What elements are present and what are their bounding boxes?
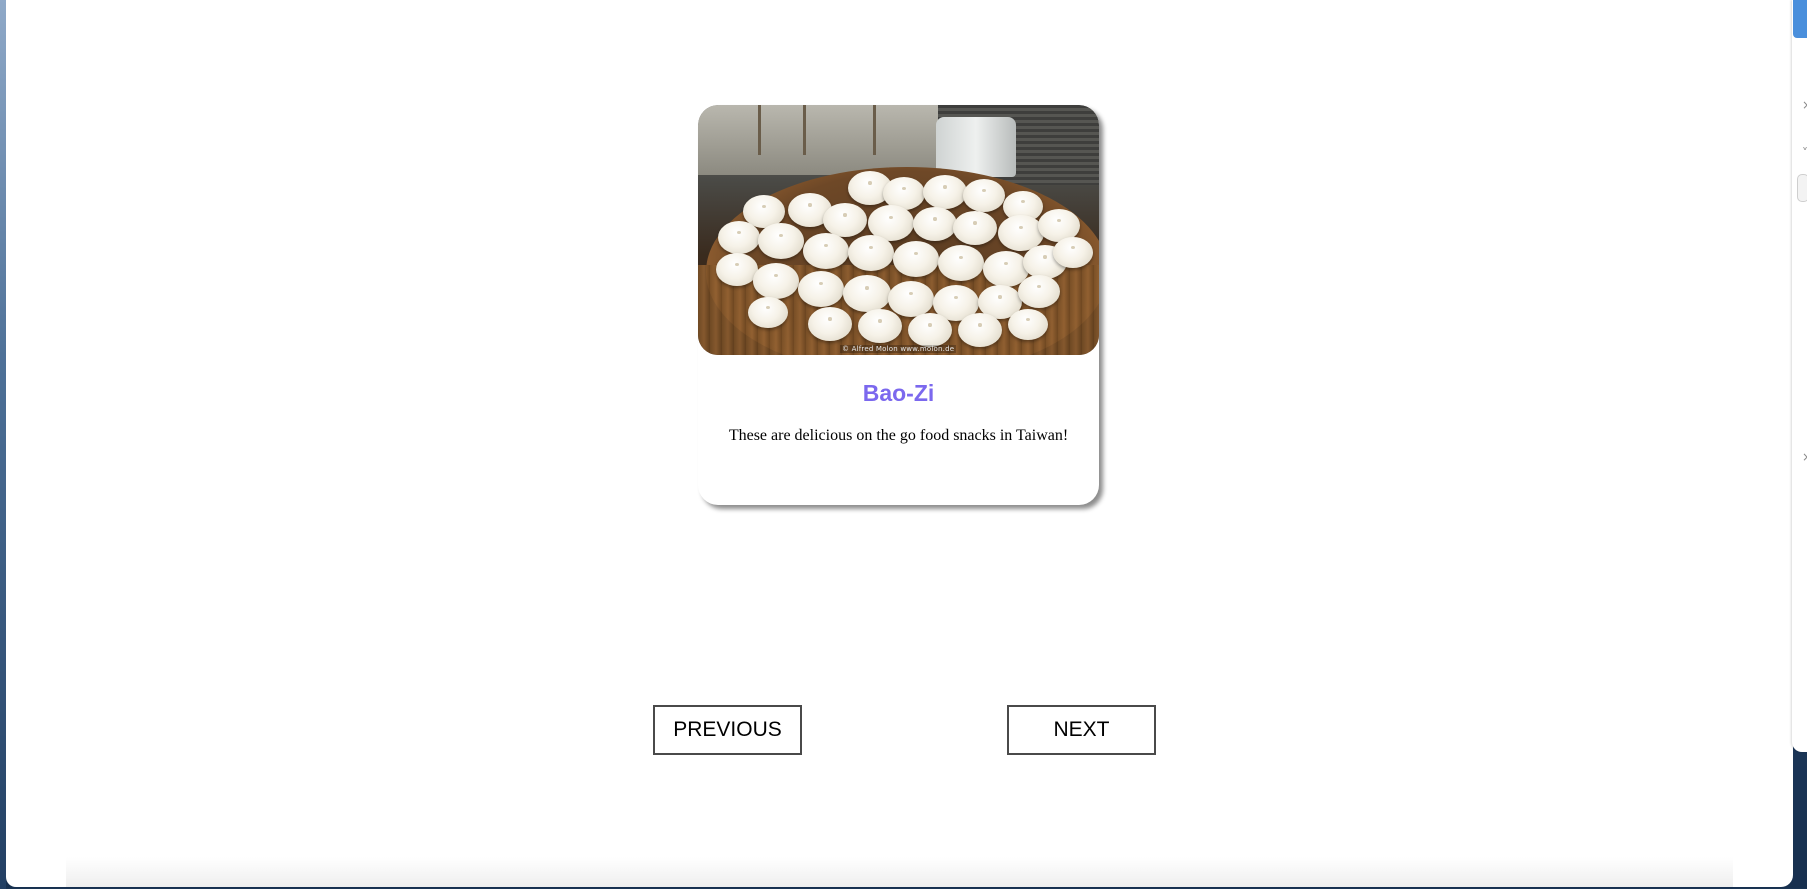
card-title: Bao-Zi xyxy=(862,380,935,406)
bun-36 xyxy=(1008,309,1048,340)
close-icon[interactable]: × xyxy=(1802,98,1807,112)
previous-button[interactable]: PREVIOUS xyxy=(653,705,802,755)
page-bottom-shadow xyxy=(66,857,1733,887)
bun-34 xyxy=(908,313,952,347)
food-card: © Alfred Molon www.molon.de Bao-Zi These… xyxy=(698,105,1099,505)
bun-8 xyxy=(823,203,867,237)
card-description: These are delicious on the go food snack… xyxy=(728,427,1069,444)
bun-32 xyxy=(808,307,852,341)
bun-4 xyxy=(963,179,1005,212)
bun-10 xyxy=(913,207,957,241)
bun-22 xyxy=(1053,237,1093,268)
bun-30 xyxy=(1018,275,1060,308)
photo-watermark: © Alfred Molon www.molon.de xyxy=(840,345,957,353)
bun-23 xyxy=(716,253,758,286)
bun-24 xyxy=(753,263,799,299)
bun-3 xyxy=(923,175,967,209)
side-window-edge: × ˅ × xyxy=(1792,0,1807,752)
bun-14 xyxy=(718,221,760,254)
bun-27 xyxy=(888,281,934,317)
bun-18 xyxy=(893,241,939,277)
next-button[interactable]: NEXT xyxy=(1007,705,1156,755)
side-window-tab xyxy=(1793,0,1807,38)
close-icon-secondary[interactable]: × xyxy=(1802,450,1807,464)
bun-33 xyxy=(858,309,902,343)
bao-zi-photo: © Alfred Molon www.molon.de xyxy=(698,105,1099,355)
bun-16 xyxy=(803,233,849,269)
bun-25 xyxy=(798,271,844,307)
browser-page: © Alfred Molon www.molon.de Bao-Zi These… xyxy=(6,0,1793,887)
photo-window-bg xyxy=(698,105,938,175)
bun-11 xyxy=(953,211,997,245)
bun-19 xyxy=(938,245,984,281)
side-window-scrollbar[interactable] xyxy=(1797,174,1807,202)
bun-17 xyxy=(848,235,894,271)
photo-jar xyxy=(936,117,1016,177)
bun-35 xyxy=(958,313,1002,347)
bun-31 xyxy=(748,297,788,328)
bun-15 xyxy=(758,223,804,259)
bun-26 xyxy=(843,275,891,312)
chevron-down-icon[interactable]: ˅ xyxy=(1802,146,1807,160)
